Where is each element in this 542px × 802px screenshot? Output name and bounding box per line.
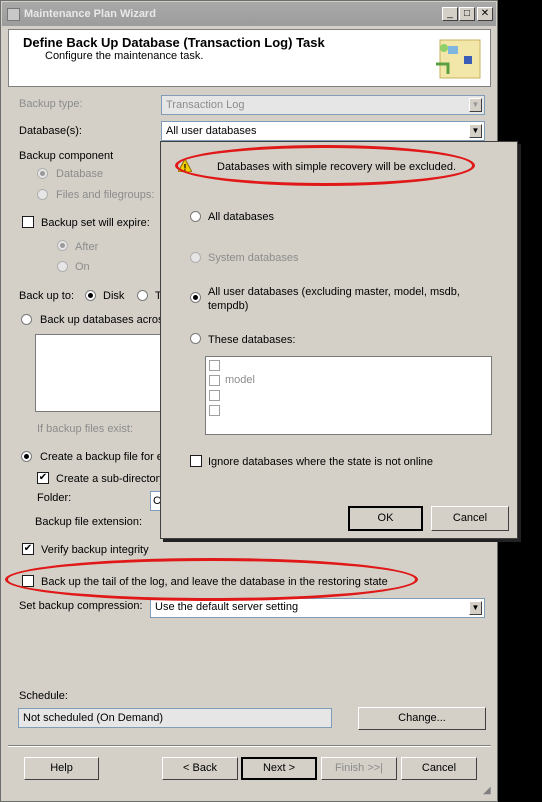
- component-database-radio[interactable]: [37, 168, 48, 179]
- system-databases-radio[interactable]: [190, 252, 201, 263]
- ignore-offline-label: Ignore databases where the state is not …: [208, 456, 434, 468]
- chevron-down-icon[interactable]: ▼: [469, 124, 482, 138]
- header-panel: Define Back Up Database (Transaction Log…: [8, 29, 491, 87]
- component-database-label: Database: [56, 168, 104, 180]
- these-databases-label: These databases:: [208, 334, 296, 346]
- verify-checkbox[interactable]: ✔: [22, 543, 34, 555]
- component-files-radio[interactable]: [37, 189, 48, 200]
- next-button[interactable]: Next >: [241, 757, 317, 780]
- app-icon: [7, 8, 20, 21]
- window-title: Maintenance Plan Wizard: [24, 8, 156, 20]
- component-files-label: Files and filegroups:: [56, 189, 155, 201]
- tail-log-highlight-annotation: [5, 558, 418, 601]
- schedule-value: Not scheduled (On Demand): [23, 712, 164, 724]
- ok-button[interactable]: OK: [348, 506, 423, 531]
- disk-label: Disk: [103, 290, 125, 302]
- folder-label: Folder:: [37, 492, 72, 504]
- expire-on-label: On: [75, 261, 90, 273]
- wizard-graphic-icon: [436, 39, 481, 79]
- expire-after-label: After: [75, 241, 99, 253]
- schedule-field: Not scheduled (On Demand): [18, 708, 332, 728]
- back-button[interactable]: < Back: [162, 757, 238, 780]
- tape-radio[interactable]: [137, 290, 148, 301]
- cancel-button[interactable]: Cancel: [401, 757, 477, 780]
- backup-component-label: Backup component: [19, 150, 114, 162]
- set-expire-label: Backup set will expire:: [41, 217, 150, 229]
- databases-value: All user databases: [166, 125, 257, 137]
- compression-value: Use the default server setting: [155, 601, 299, 613]
- warning-highlight-annotation: [175, 145, 475, 186]
- ignore-offline-checkbox[interactable]: [190, 455, 202, 467]
- backup-type-label: Backup type:: [19, 98, 83, 110]
- page-subtitle: Configure the maintenance task.: [45, 50, 204, 62]
- finish-button[interactable]: Finish >>|: [321, 757, 397, 780]
- sub-dir-checkbox[interactable]: ✔: [37, 472, 49, 484]
- backup-across-label: Back up databases acros: [40, 314, 164, 326]
- db-item-checkbox[interactable]: [209, 390, 220, 401]
- these-databases-radio[interactable]: [190, 333, 201, 344]
- backup-type-select[interactable]: Transaction Log ▼: [161, 95, 485, 115]
- compression-label: Set backup compression:: [19, 600, 143, 612]
- disk-radio[interactable]: [85, 290, 96, 301]
- db-item-checkbox[interactable]: [209, 360, 220, 371]
- db-item-checkbox[interactable]: [209, 375, 220, 386]
- set-expire-checkbox[interactable]: [22, 216, 34, 228]
- backup-across-radio[interactable]: [21, 314, 32, 325]
- if-exist-label: If backup files exist:: [37, 423, 133, 435]
- create-file-radio[interactable]: [21, 451, 32, 462]
- extension-label: Backup file extension:: [35, 516, 143, 528]
- all-databases-radio[interactable]: [190, 211, 201, 222]
- all-user-databases-label: All user databases (excluding master, mo…: [208, 286, 460, 298]
- page-title: Define Back Up Database (Transaction Log…: [23, 35, 325, 50]
- databases-list[interactable]: model: [205, 356, 492, 435]
- db-item-checkbox[interactable]: [209, 405, 220, 416]
- system-databases-label: System databases: [208, 252, 299, 264]
- schedule-label: Schedule:: [19, 690, 68, 702]
- minimize-button[interactable]: _: [442, 7, 458, 21]
- expire-after-radio[interactable]: [57, 240, 68, 251]
- expire-on-radio[interactable]: [57, 261, 68, 272]
- databases-select[interactable]: All user databases ▼: [161, 121, 485, 141]
- maximize-button[interactable]: □: [459, 7, 475, 21]
- db-item-label: model: [225, 374, 255, 386]
- all-databases-label: All databases: [208, 211, 275, 223]
- compression-select[interactable]: Use the default server setting ▼: [150, 598, 485, 618]
- database-selection-popup: ! Databases with simple recovery will be…: [160, 141, 518, 539]
- help-button[interactable]: Help: [24, 757, 99, 780]
- create-file-label: Create a backup file for ev: [40, 451, 169, 463]
- popup-cancel-button[interactable]: Cancel: [431, 506, 509, 531]
- all-user-databases-label-cont: tempdb): [208, 300, 249, 312]
- backup-type-value: Transaction Log: [166, 99, 245, 111]
- chevron-down-icon: ▼: [469, 98, 482, 112]
- verify-label: Verify backup integrity: [41, 544, 149, 556]
- backup-files-list[interactable]: [35, 334, 165, 412]
- databases-label: Database(s):: [19, 125, 82, 137]
- change-schedule-button[interactable]: Change...: [358, 707, 486, 730]
- chevron-down-icon[interactable]: ▼: [469, 601, 482, 615]
- title-bar[interactable]: Maintenance Plan Wizard _ □ ✕: [2, 2, 496, 26]
- footer-divider: [8, 745, 491, 747]
- close-button[interactable]: ✕: [477, 7, 493, 21]
- backup-to-label: Back up to:: [19, 290, 75, 302]
- resize-grip-icon[interactable]: ◢: [483, 785, 495, 797]
- sub-dir-label: Create a sub-directory: [56, 473, 165, 485]
- all-user-databases-radio[interactable]: [190, 292, 201, 303]
